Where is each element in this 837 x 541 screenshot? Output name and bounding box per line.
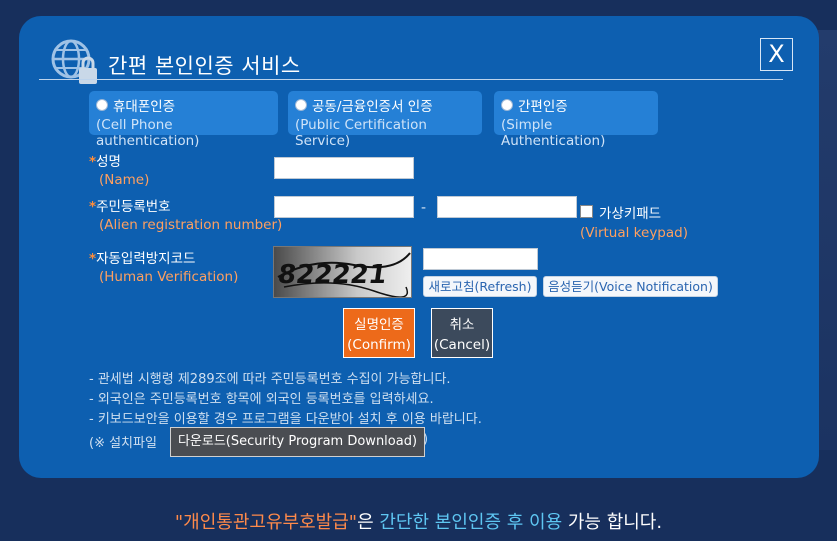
method-sublabel: (Cell Phone authentication) xyxy=(96,117,200,149)
required-mark: * xyxy=(89,199,97,215)
method-label: 공동/금융인증서 인증 xyxy=(312,99,433,115)
virtual-keypad-option[interactable]: 가상키패드 (Virtual keypad) xyxy=(580,201,688,241)
footer-service-name: "개인통관고유부호발급" xyxy=(174,512,358,533)
method-label: 휴대폰인증 xyxy=(113,99,176,115)
cancel-button[interactable]: 취소 (Cancel) xyxy=(431,308,493,358)
download-button[interactable]: 다운로드(Security Program Download) xyxy=(170,427,425,457)
install-prefix: (※ 설치파일 xyxy=(89,436,157,451)
radio-icon[interactable] xyxy=(96,99,108,111)
dialog-header: 간편 본인인증 서비스 xyxy=(39,38,799,84)
virtual-keypad-checkbox[interactable] xyxy=(580,205,593,218)
name-label: *성명 (Name) xyxy=(89,154,150,188)
captcha-input[interactable] xyxy=(423,248,538,270)
method-sublabel: (Simple Authentication) xyxy=(501,117,606,149)
method-label: 간편인증 xyxy=(518,99,568,115)
radio-icon[interactable] xyxy=(501,99,513,111)
reg-number-back-input[interactable] xyxy=(437,196,577,218)
name-sublabel: (Name) xyxy=(99,172,150,188)
reg-number-sublabel: (Alien registration number) xyxy=(99,217,283,233)
footer-highlight: 간단한 본인인증 후 이용 xyxy=(379,512,563,533)
virtual-keypad-sublabel: (Virtual keypad) xyxy=(580,224,688,241)
voice-button[interactable]: 음성듣기(Voice Notification) xyxy=(543,276,718,297)
notice-line: - 외국인은 주민등록번호 항목에 외국인 등록번호를 입력하세요. xyxy=(89,392,434,407)
required-mark: * xyxy=(89,251,97,267)
radio-icon[interactable] xyxy=(295,99,307,111)
notice-line: - 키보드보안을 이용할 경우 프로그램을 다운받아 설치 후 이용 바랍니다. xyxy=(89,412,482,427)
reg-number-front-input[interactable] xyxy=(274,196,414,218)
method-sublabel: (Public Certification Service) xyxy=(295,117,427,149)
close-button[interactable]: X xyxy=(760,38,793,71)
reg-number-label: *주민등록번호 (Alien registration number) xyxy=(89,199,283,233)
dialog-title: 간편 본인인증 서비스 xyxy=(108,54,301,78)
name-input[interactable] xyxy=(274,157,414,179)
captcha-label: *자동입력방지코드 (Human Verification) xyxy=(89,251,239,285)
method-certificate[interactable]: 공동/금융인증서 인증 (Public Certification Servic… xyxy=(288,91,482,149)
title-divider xyxy=(39,79,783,80)
virtual-keypad-label: 가상키패드 xyxy=(599,205,662,222)
method-cell-phone[interactable]: 휴대폰인증 (Cell Phone authentication) xyxy=(89,91,278,149)
footer-message: "개인통관고유부호발급"은 간단한 본인인증 후 이용 가능 합니다. xyxy=(174,512,663,533)
confirm-button[interactable]: 실명인증 (Confirm) xyxy=(343,308,415,358)
refresh-button[interactable]: 새로고침(Refresh) xyxy=(423,276,537,297)
auth-dialog: 간편 본인인증 서비스 X 휴대폰인증 (Cell Phone authenti… xyxy=(19,16,819,478)
reg-number-dash: - xyxy=(421,200,427,216)
notice-line: - 관세법 시행령 제289조에 따라 주민등록번호 수집이 가능합니다. xyxy=(89,372,451,387)
required-mark: * xyxy=(89,154,97,170)
method-simple[interactable]: 간편인증 (Simple Authentication) xyxy=(494,91,658,149)
captcha-sublabel: (Human Verification) xyxy=(99,269,239,285)
captcha-image: 822221 xyxy=(273,246,412,298)
